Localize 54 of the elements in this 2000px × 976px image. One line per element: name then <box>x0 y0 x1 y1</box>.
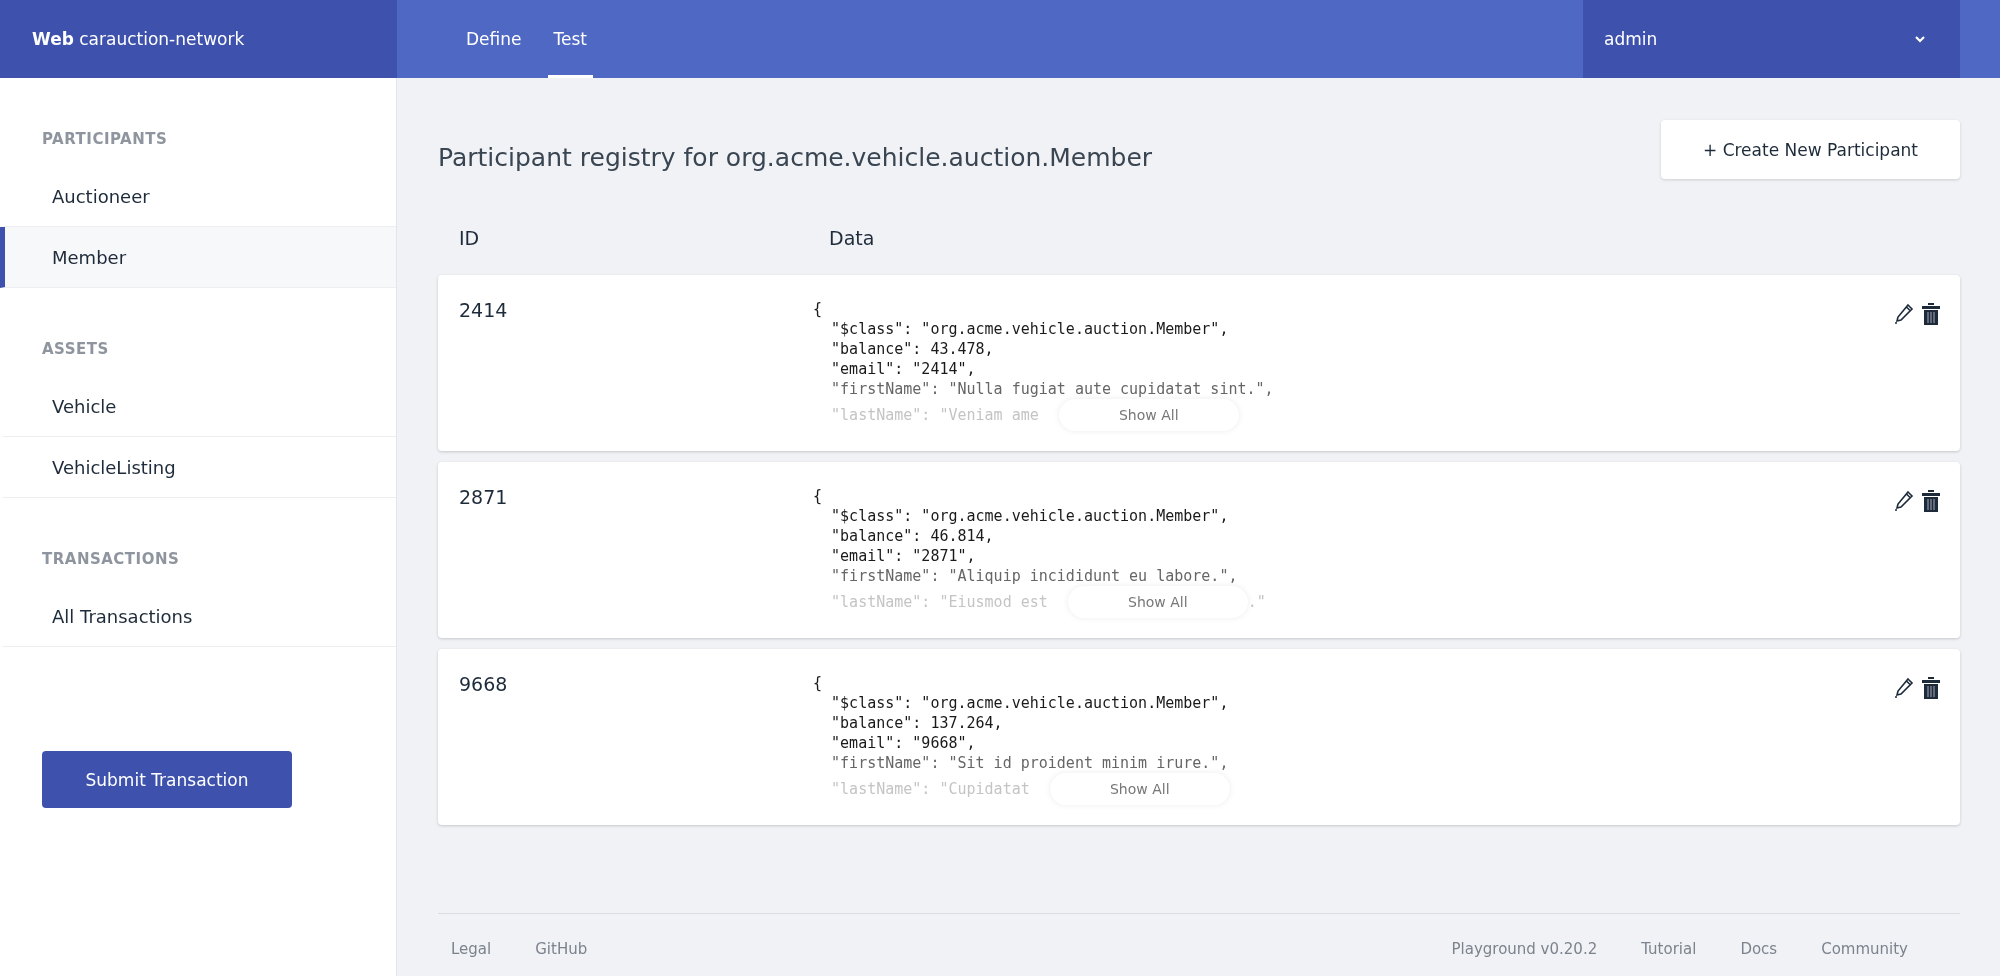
submit-transaction-button[interactable]: Submit Transaction <box>42 751 292 808</box>
json-line: "firstName": "Sit id proident minim irure.", <box>830 753 1230 773</box>
app-brand: Web carauction-network <box>32 29 245 49</box>
json-line: ." <box>1247 592 1266 612</box>
json-line: "balance": 43.478, <box>830 339 995 359</box>
json-line: { <box>813 673 824 693</box>
column-header: Data <box>829 227 875 251</box>
version-label: Playground v0.20.2 <box>1451 940 1598 958</box>
column-header: ID <box>459 227 481 251</box>
footer-link[interactable]: Community <box>1821 940 1908 958</box>
trash-icon[interactable] <box>1922 677 1940 699</box>
section-heading: PARTICIPANTS <box>41 129 169 150</box>
sidebar-item[interactable]: VehicleListing <box>0 437 396 498</box>
footer-link[interactable]: Tutorial <box>1641 940 1697 958</box>
create-participant-button[interactable]: + Create New Participant <box>1661 120 1960 179</box>
show-all-button[interactable]: Show All <box>1058 399 1239 431</box>
edit-pencil-icon[interactable] <box>1894 677 1914 699</box>
json-line: "firstName": "Aliquip incididunt eu labore.", <box>830 566 1239 586</box>
show-all-button[interactable]: Show All <box>1067 586 1248 618</box>
nav-tab[interactable]: Test <box>547 0 593 78</box>
json-line: "balance": 46.814, <box>830 526 995 546</box>
edit-pencil-icon[interactable] <box>1894 490 1914 512</box>
section-heading: TRANSACTIONS <box>41 549 181 570</box>
trash-icon[interactable] <box>1922 303 1940 325</box>
section-heading: ASSETS <box>41 339 110 360</box>
json-line: "$class": "org.acme.vehicle.auction.Member", <box>830 693 1230 713</box>
json-line: "email": "9668", <box>830 733 977 753</box>
nav-tab[interactable]: Define <box>460 0 528 78</box>
json-line: { <box>813 299 824 319</box>
show-all-button[interactable]: Show All <box>1049 773 1230 805</box>
chevron-down-icon <box>1914 35 1926 43</box>
json-line: "$class": "org.acme.vehicle.auction.Member", <box>830 506 1230 526</box>
sidebar-item[interactable]: All Transactions <box>0 586 396 647</box>
sidebar-item[interactable]: Vehicle <box>0 376 396 437</box>
json-line: "email": "2414", <box>830 359 977 379</box>
participant-id: 2414 <box>459 299 509 323</box>
json-line: "lastName": "Cupidatat <box>830 779 1030 799</box>
user-dropdown[interactable]: admin <box>1583 0 1960 78</box>
footer-link[interactable]: GitHub <box>535 940 588 958</box>
footer-link[interactable]: Legal <box>451 940 492 958</box>
json-line: "firstName": "Nulla fugiat aute cupidatat sint.", <box>830 379 1275 399</box>
page-title: Participant registry for org.acme.vehicle.auction.Member <box>438 142 1153 172</box>
sidebar-item[interactable]: Member <box>0 227 396 288</box>
json-line: "lastName": "Eiusmod est <box>830 592 1048 612</box>
participant-id: 2871 <box>459 486 509 510</box>
json-line: "$class": "org.acme.vehicle.auction.Member", <box>830 319 1230 339</box>
json-line: "balance": 137.264, <box>830 713 1004 733</box>
participant-id: 9668 <box>459 673 509 697</box>
json-line: { <box>813 486 824 506</box>
footer-link[interactable]: Docs <box>1740 940 1778 958</box>
trash-icon[interactable] <box>1922 490 1940 512</box>
json-line: "lastName": "Veniam ame <box>830 405 1039 425</box>
edit-pencil-icon[interactable] <box>1894 303 1914 325</box>
json-line: "email": "2871", <box>830 546 977 566</box>
